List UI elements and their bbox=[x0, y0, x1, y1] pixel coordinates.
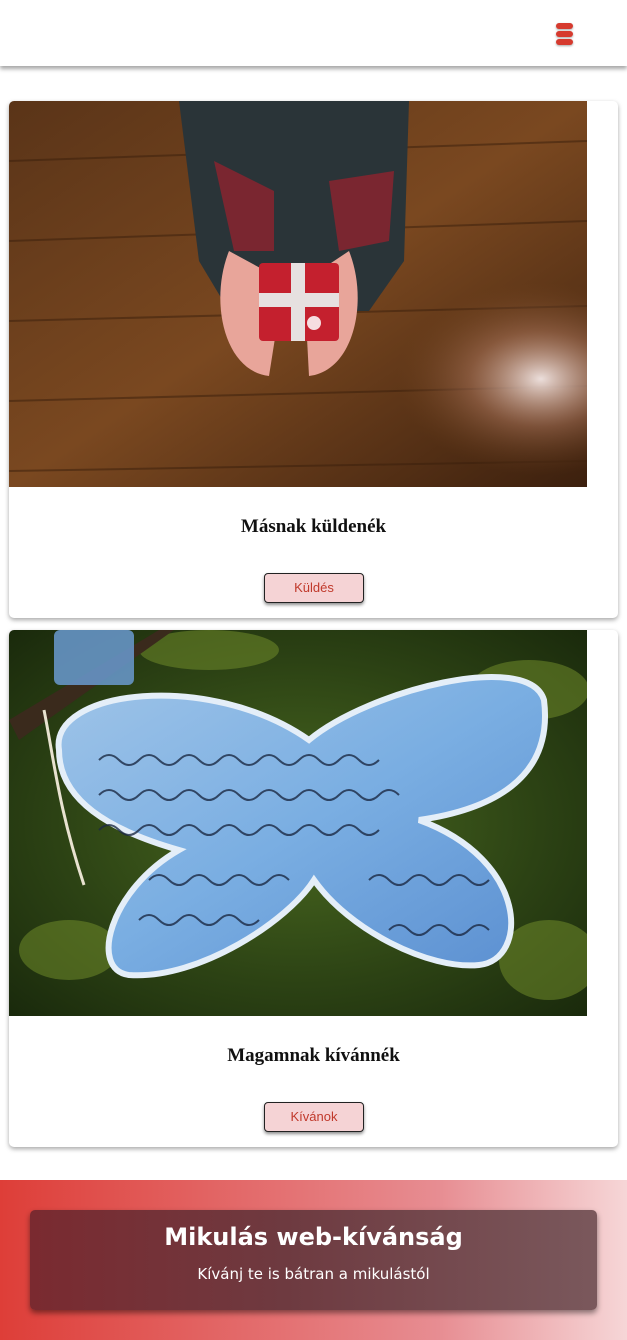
hamburger-menu-icon[interactable] bbox=[556, 23, 573, 45]
card-title: Másnak küldenék bbox=[240, 516, 387, 537]
footer-subtitle: Kívánj te is bátran a mikulástól bbox=[197, 1265, 430, 1283]
wish-for-myself-card: Magamnak kívánnék Kívánok bbox=[9, 630, 618, 1147]
wish-button[interactable]: Kívánok bbox=[264, 1102, 364, 1132]
card-title: Magamnak kívánnék bbox=[227, 1045, 400, 1066]
butterfly-note-image bbox=[9, 630, 587, 1016]
top-navbar bbox=[0, 0, 627, 66]
gift-hands-image bbox=[9, 101, 587, 487]
send-to-others-card: Másnak küldenék Küldés bbox=[9, 101, 618, 618]
footer-title: Mikulás web-kívánság bbox=[164, 1223, 463, 1251]
send-button[interactable]: Küldés bbox=[264, 573, 364, 603]
footer-box: Mikulás web-kívánság Kívánj te is bátran… bbox=[30, 1210, 597, 1310]
footer-banner: Mikulás web-kívánság Kívánj te is bátran… bbox=[0, 1180, 627, 1340]
